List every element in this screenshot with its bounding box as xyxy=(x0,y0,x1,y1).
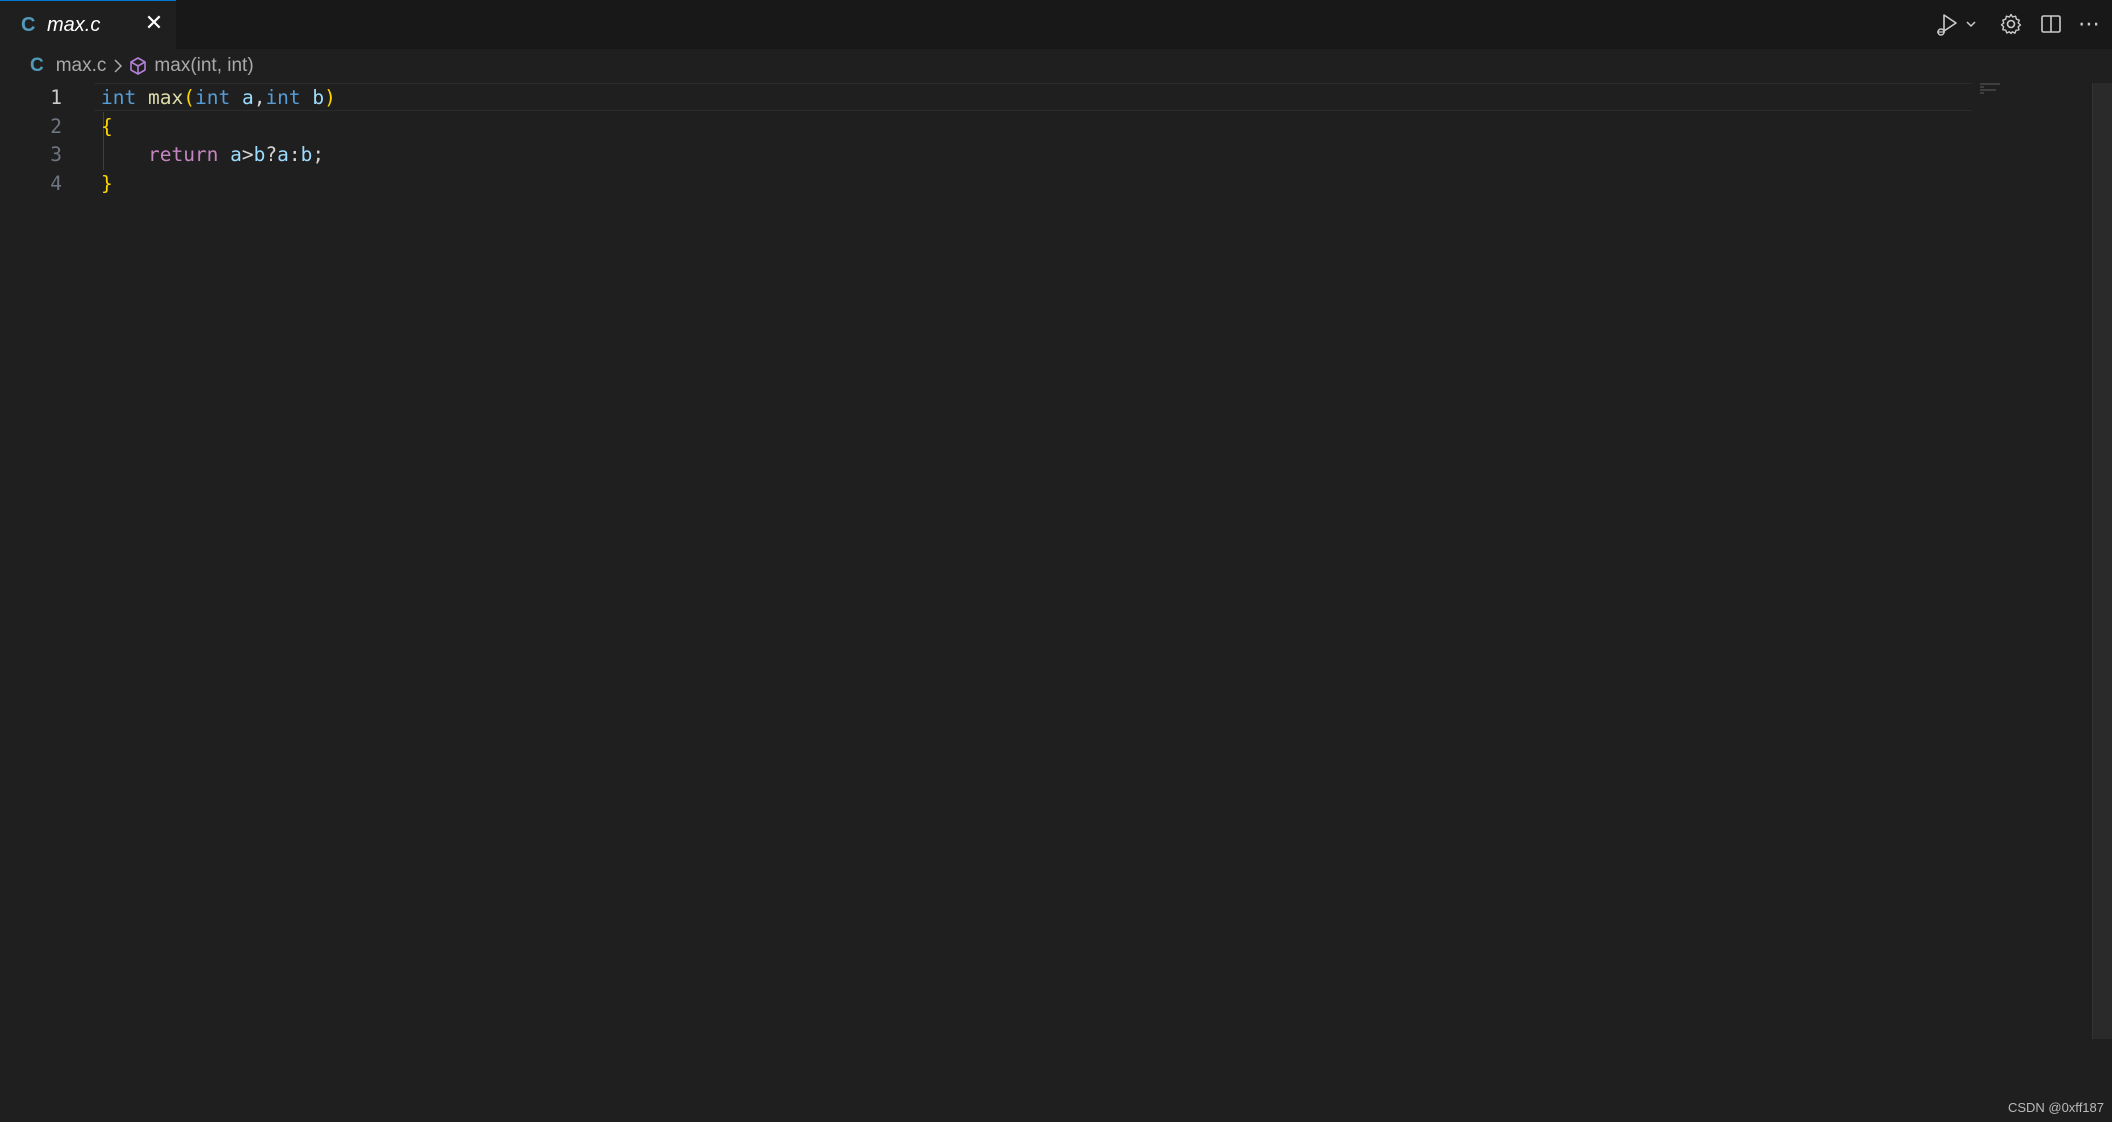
code-token: return xyxy=(147,143,219,167)
line-number: 3 xyxy=(50,143,62,167)
run-debug-icon[interactable] xyxy=(1932,10,1962,38)
code-token: a xyxy=(230,86,254,109)
code-token: a xyxy=(218,143,242,167)
line-number: 4 xyxy=(50,171,62,195)
method-symbol-icon xyxy=(128,56,148,76)
code-token: b xyxy=(300,86,325,109)
breadcrumb-file[interactable]: max.c xyxy=(56,55,107,77)
vertical-scrollbar[interactable] xyxy=(2092,83,2112,1039)
editor-tab-bar: C max.c ✕ ⋯ xyxy=(0,0,2112,49)
watermark: CSDN @0xff187 xyxy=(2007,1100,2104,1115)
breadcrumb: C max.c max(int, int) xyxy=(0,49,2112,83)
code-token: int xyxy=(101,86,137,109)
tab-title: max.c xyxy=(47,13,101,36)
code-token: a xyxy=(277,143,289,167)
code-token: { xyxy=(101,114,113,138)
close-icon[interactable]: ✕ xyxy=(142,12,166,36)
code-text: { xyxy=(101,112,113,141)
code-text: } xyxy=(101,169,113,198)
breadcrumb-symbol[interactable]: max(int, int) xyxy=(154,55,253,77)
code-token: ; xyxy=(312,143,325,167)
code-token: b xyxy=(253,143,266,167)
code-token: > xyxy=(241,143,254,167)
code-token: max xyxy=(147,86,184,109)
c-file-icon: C xyxy=(30,55,44,76)
code-editor[interactable]: 1 int max(int a,int b) 2{3 return a>b?a:b;… xyxy=(0,83,2090,1122)
code-token: ? xyxy=(265,143,278,167)
code-token: int xyxy=(265,86,301,109)
line-number: 2 xyxy=(50,114,62,138)
editor-tab-max-c[interactable]: C max.c ✕ xyxy=(0,0,176,49)
code-token: b xyxy=(300,143,313,167)
code-token: : xyxy=(288,143,301,167)
code-text: return a>b?a:b; xyxy=(101,140,324,169)
code-token: int xyxy=(194,86,231,109)
more-actions-icon[interactable]: ⋯ xyxy=(2074,10,2104,38)
code-token: ) xyxy=(324,86,336,109)
code-line[interactable]: 3 return a>b?a:b; xyxy=(0,140,1980,169)
chevron-right-icon xyxy=(112,58,124,74)
code-line[interactable]: 2{ xyxy=(0,112,1980,141)
gear-icon[interactable] xyxy=(1996,10,2026,38)
code-text: int max(int a,int b) xyxy=(101,83,336,112)
c-file-icon: C xyxy=(21,13,36,36)
line-number: 1 xyxy=(50,86,62,109)
code-token: } xyxy=(101,171,113,195)
code-line[interactable]: 4} xyxy=(0,169,1980,198)
code-line[interactable]: 1 int max(int a,int b) xyxy=(0,83,1980,112)
chevron-down-icon[interactable] xyxy=(1963,10,1979,38)
minimap[interactable] xyxy=(1980,83,2000,94)
code-token: ( xyxy=(183,86,195,109)
split-editor-icon[interactable] xyxy=(2036,10,2066,38)
code-token: , xyxy=(253,86,266,109)
